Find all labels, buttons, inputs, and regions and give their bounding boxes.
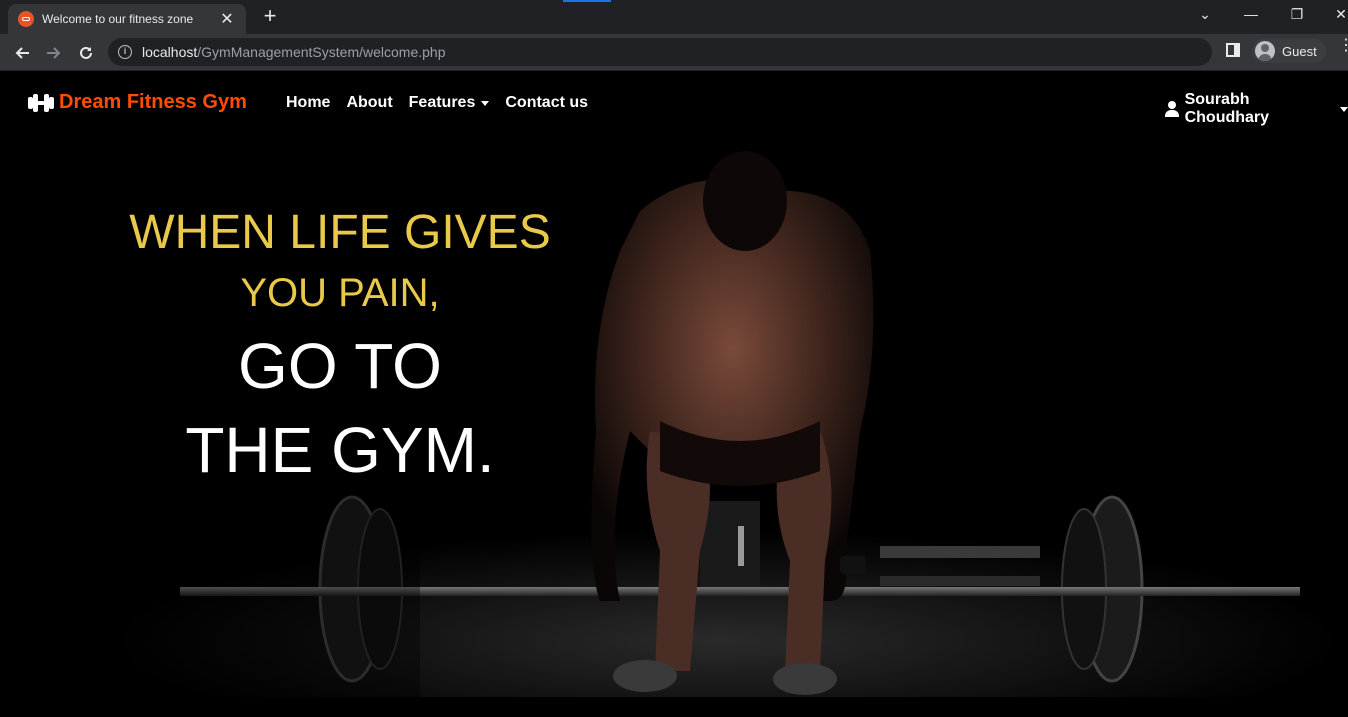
nav-about-link[interactable]: About [346,94,392,112]
window-close-icon[interactable]: ✕ [1326,6,1348,23]
forward-icon[interactable] [42,41,66,65]
tab-search-icon[interactable]: ⌄ [1190,6,1220,23]
profile-label: Guest [1282,43,1317,59]
tab-strip-indicator [563,0,611,2]
site-favicon-icon [18,11,34,27]
tab-close-icon[interactable]: ✕ [218,9,236,29]
browser-tab[interactable]: Welcome to our fitness zone ✕ [8,4,246,34]
user-icon [1165,101,1179,117]
hero-line-2: YOU PAIN, [240,271,440,315]
nav-features-dropdown[interactable]: Features [409,94,490,112]
caret-down-icon [481,100,490,106]
hero-line-1: WHEN LIFE GIVES [129,206,551,259]
url-host: localhost [142,44,198,60]
nav-features-label: Features [408,94,476,111]
url-path: /GymManagementSystem/welcome.php [197,44,446,60]
site-info-icon[interactable]: i [118,45,132,59]
site-navbar: Dream Fitness Gym Home About Features Co… [0,71,1348,135]
nav-links: Home About Features Contact us [286,94,604,112]
new-tab-button[interactable]: + [258,5,282,29]
nav-home-link[interactable]: Home [286,94,330,112]
user-menu[interactable]: Sourabh Choudhary [1165,91,1348,127]
guest-avatar-icon [1255,41,1275,61]
dumbbell-icon [28,93,54,112]
user-caret-down-icon [1340,106,1348,112]
brand-link[interactable]: Dream Fitness Gym [28,91,247,114]
user-name: Sourabh Choudhary [1184,91,1270,126]
reload-icon[interactable] [74,41,98,65]
minimize-icon[interactable]: — [1236,6,1266,22]
brand-name: Dream Fitness Gym [59,91,247,113]
address-bar[interactable]: i localhost/GymManagementSystem/welcome.… [108,38,1212,66]
browser-menu-icon[interactable]: ⋮ [1338,38,1348,54]
browser-toolbar: i localhost/GymManagementSystem/welcome.… [0,34,1348,71]
nav-contact-link[interactable]: Contact us [505,94,588,112]
web-page: Dream Fitness Gym Home About Features Co… [0,71,1348,717]
hero-line-4: THE GYM. [185,414,495,486]
side-panel-icon[interactable] [1226,43,1240,57]
browser-tab-strip: Welcome to our fitness zone ✕ + ⌄ — ❐ ✕ [0,0,1348,34]
tab-title: Welcome to our fitness zone [42,12,194,26]
hero-line-3: GO TO [238,330,442,402]
back-icon[interactable] [10,41,34,65]
restore-icon[interactable]: ❐ [1282,6,1312,23]
profile-button[interactable]: Guest [1252,39,1326,63]
